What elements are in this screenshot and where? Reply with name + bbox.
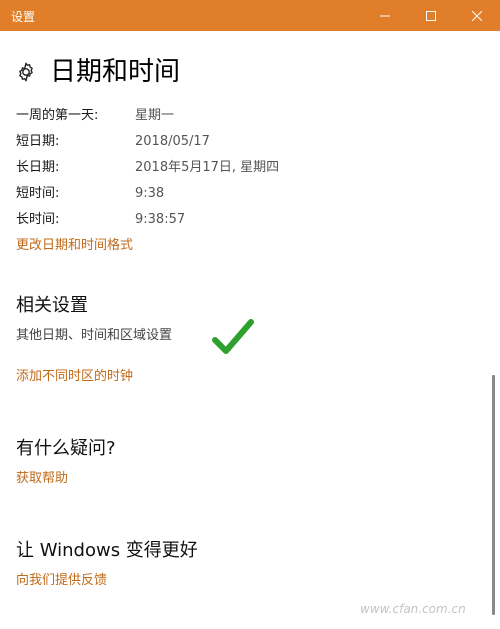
format-label: 短时间: xyxy=(16,186,60,201)
format-label: 长时间: xyxy=(16,212,60,227)
change-date-time-formats-link[interactable]: 更改日期和时间格式 xyxy=(16,236,133,256)
format-label: 短日期: xyxy=(16,134,60,149)
format-label: 长日期: xyxy=(16,160,60,175)
help-heading: 有什么疑问? xyxy=(16,438,116,459)
format-value: 9:38 xyxy=(135,186,165,201)
format-value: 星期一 xyxy=(135,108,175,123)
watermark: www.cfan.com.cn xyxy=(360,602,466,616)
window-title: 设置 xyxy=(11,10,36,24)
give-feedback-link[interactable]: 向我们提供反馈 xyxy=(16,571,107,591)
page-title: 日期和时间 xyxy=(50,57,181,87)
format-row-long-time: 长时间: 9:38:57 xyxy=(16,210,436,230)
minimize-icon xyxy=(380,15,390,16)
get-help-link[interactable]: 获取帮助 xyxy=(16,469,68,489)
format-row-short-time: 短时间: 9:38 xyxy=(16,184,436,204)
scrollbar[interactable] xyxy=(492,375,495,615)
format-label: 一周的第一天: xyxy=(16,108,99,123)
related-settings-heading: 相关设置 xyxy=(16,295,88,316)
format-value: 2018/05/17 xyxy=(135,134,210,149)
minimize-button[interactable] xyxy=(362,0,408,31)
close-icon xyxy=(472,10,482,21)
format-row-short-date: 短日期: 2018/05/17 xyxy=(16,132,436,152)
format-value: 9:38:57 xyxy=(135,212,186,227)
close-button[interactable] xyxy=(454,0,500,31)
maximize-icon xyxy=(426,10,436,21)
maximize-button[interactable] xyxy=(408,0,454,31)
format-row-long-date: 长日期: 2018年5月17日, 星期四 xyxy=(16,158,436,178)
format-row-first-day: 一周的第一天: 星期一 xyxy=(16,106,436,126)
checkmark-icon xyxy=(212,319,254,354)
gear-icon xyxy=(19,62,33,82)
format-value: 2018年5月17日, 星期四 xyxy=(135,160,280,175)
add-clocks-link[interactable]: 添加不同时区的时钟 xyxy=(16,367,133,387)
improve-windows-heading: 让 Windows 变得更好 xyxy=(16,540,198,561)
additional-date-time-region-settings-link[interactable]: 其他日期、时间和区域设置 xyxy=(16,326,172,346)
title-bar: 设置 xyxy=(0,0,500,31)
